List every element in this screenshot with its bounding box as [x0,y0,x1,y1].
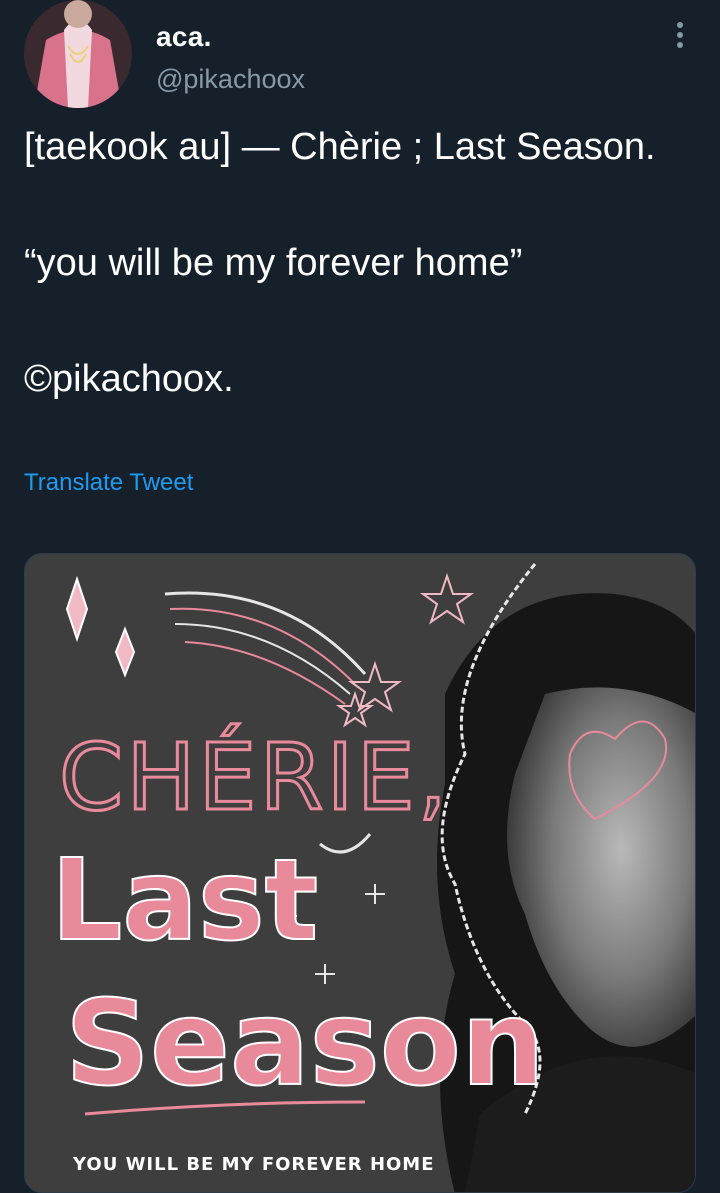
avatar[interactable] [24,0,132,108]
tweet-media[interactable]: CHÉRIE, Last Season YOU WILL BE MY FOREV… [24,553,696,1193]
cover-title-line1: CHÉRIE, [59,723,450,831]
cover-tagline: YOU WILL BE MY FOREVER HOME [72,1154,435,1175]
more-options-button[interactable] [665,18,695,52]
tweet-text: [taekook au] — Chèrie ; Last Season. “yo… [24,126,656,400]
more-vertical-icon [677,22,683,48]
cover-title-line3: Season [65,974,545,1112]
translate-tweet-link[interactable]: Translate Tweet [24,469,193,497]
cover-image: CHÉRIE, Last Season YOU WILL BE MY FOREV… [25,554,695,1192]
cover-title-line2: Last [51,836,318,966]
display-name[interactable]: aca. [156,21,212,53]
user-handle[interactable]: @pikachoox [156,64,305,95]
avatar-image [24,0,132,108]
